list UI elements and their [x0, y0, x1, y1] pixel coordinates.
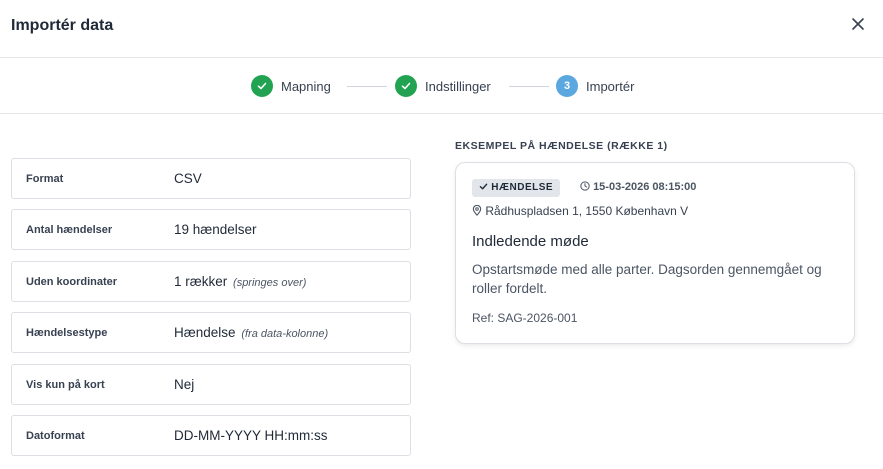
check-icon [479, 183, 488, 190]
clock-icon [580, 181, 590, 191]
summary-value: CSV [174, 171, 202, 186]
summary-row-event-count: Antal hændelser 19 hændelser [11, 209, 411, 250]
summary-value-text: CSV [174, 171, 202, 186]
event-address-text: Rådhuspladsen 1, 1550 København V [485, 204, 689, 218]
summary-note: (fra data-kolonne) [241, 328, 329, 340]
summary-row-date-format: Datoformat DD-MM-YYYY HH:mm:ss [11, 415, 411, 456]
event-address: Rådhuspladsen 1, 1550 København V [472, 204, 688, 218]
step-connector [347, 86, 387, 87]
summary-value-text: DD-MM-YYYY HH:mm:ss [174, 428, 328, 443]
summary-label: Format [26, 173, 64, 185]
example-heading: EKSEMPEL PÅ HÆNDELSE (RÆKKE 1) [455, 140, 668, 152]
step-3-number: 3 [556, 75, 578, 97]
step-2-check-icon [395, 75, 417, 97]
step-indstillinger-label: Indstillinger [425, 79, 491, 94]
summary-row-without-coordinates: Uden koordinater 1 rækker (springes over… [11, 261, 411, 302]
import-stepper: Mapning Indstillinger 3 Importér [0, 59, 883, 114]
step-1-check-icon [251, 75, 273, 97]
event-type-badge-label: HÆNDELSE [491, 182, 554, 193]
summary-note: (springes over) [233, 277, 307, 289]
summary-value: 1 rækker (springes over) [174, 274, 306, 289]
event-description: Opstartsmøde med alle parter. Dagsorden … [472, 262, 822, 296]
summary-value-text: Nej [174, 377, 195, 392]
close-icon[interactable] [848, 14, 868, 34]
summary-label: Vis kun på kort [26, 379, 105, 391]
step-mapning-label: Mapning [281, 79, 331, 94]
event-reference: Ref: SAG-2026-001 [472, 311, 578, 325]
summary-label: Hændelsestype [26, 327, 108, 339]
event-type-badge: HÆNDELSE [472, 179, 561, 197]
summary-label: Antal hændelser [26, 224, 113, 236]
summary-label: Uden koordinater [26, 276, 118, 288]
summary-row-map-only: Vis kun på kort Nej [11, 364, 411, 405]
summary-value-text: Hændelse [174, 325, 236, 340]
summary-value: 19 hændelser [174, 222, 257, 237]
summary-value: Nej [174, 377, 194, 392]
example-event-card: HÆNDELSE 15-03-2026 08:15:00 Rådhusplads… [455, 162, 855, 344]
summary-row-format: Format CSV [11, 158, 411, 199]
event-title: Indledende møde [472, 233, 589, 250]
event-timestamp-text: 15-03-2026 08:15:00 [593, 181, 697, 193]
modal-header: Importér data [0, 0, 883, 58]
location-pin-icon [472, 205, 482, 216]
event-timestamp: 15-03-2026 08:15:00 [580, 181, 696, 193]
modal-title: Importér data [11, 17, 114, 34]
summary-row-event-type: Hændelsestype Hændelse (fra data-kolonne… [11, 312, 411, 353]
summary-value-text: 1 rækker [174, 274, 228, 289]
summary-value-text: 19 hændelser [174, 222, 257, 237]
import-data-modal: Importér data Mapning Indstillinger 3 Im… [0, 0, 883, 469]
summary-value: DD-MM-YYYY HH:mm:ss [174, 428, 328, 443]
step-connector [509, 86, 549, 87]
summary-label: Datoformat [26, 430, 85, 442]
summary-value: Hændelse (fra data-kolonne) [174, 325, 328, 340]
step-importer-label: Importér [586, 79, 635, 94]
